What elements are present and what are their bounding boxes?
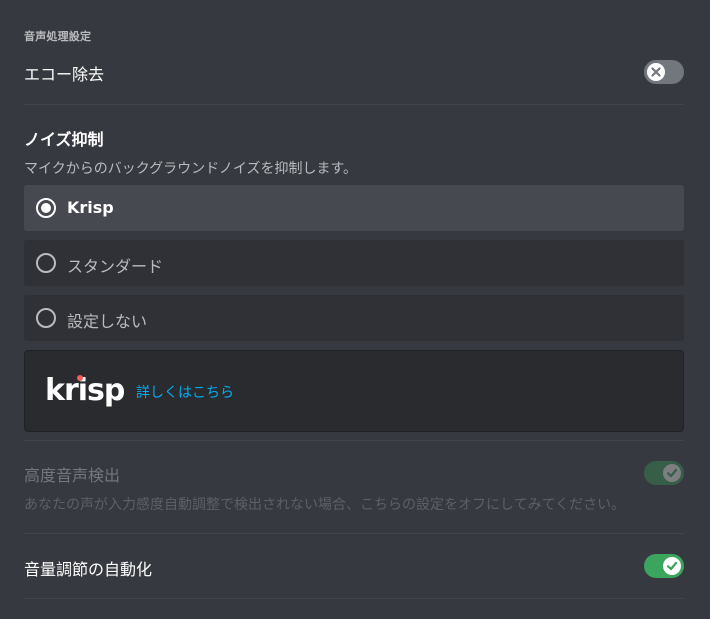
radio-dot xyxy=(41,203,51,213)
toggle-knob xyxy=(647,63,665,81)
krisp-logo: krisp xyxy=(45,373,125,408)
x-icon xyxy=(651,67,661,77)
echo-cancellation-toggle[interactable] xyxy=(644,60,684,84)
radio-option-label: 設定しない xyxy=(67,312,148,331)
krisp-promo-box: krisp 詳しくはこちら xyxy=(24,350,684,432)
krisp-logo-dot xyxy=(77,375,83,381)
radio-unchecked-icon xyxy=(36,253,56,273)
radio-option-krisp[interactable]: Krisp xyxy=(24,185,684,231)
auto-gain-control-toggle[interactable] xyxy=(644,554,684,578)
radio-option-label: スタンダード xyxy=(67,257,164,276)
section-title: 音声処理設定 xyxy=(24,30,92,43)
voice-processing-settings: 音声処理設定 エコー除去 ノイズ抑制 マイクからのバックグラウンドノイズを抑制し… xyxy=(0,0,710,619)
radio-unchecked-icon xyxy=(36,308,56,328)
divider xyxy=(24,598,684,599)
krisp-learn-more-link[interactable]: 詳しくはこちら xyxy=(136,382,234,402)
divider xyxy=(24,533,684,534)
noise-suppression-description: マイクからのバックグラウンドノイズを抑制します。 xyxy=(24,161,358,177)
echo-cancellation-label: エコー除去 xyxy=(24,65,105,84)
toggle-knob xyxy=(663,464,681,482)
radio-option-none[interactable]: 設定しない xyxy=(24,295,684,341)
check-icon xyxy=(666,561,678,571)
radio-checked-icon xyxy=(36,198,56,218)
divider xyxy=(24,440,684,441)
toggle-knob xyxy=(663,557,681,575)
auto-gain-control-label: 音量調節の自動化 xyxy=(24,560,153,579)
check-icon xyxy=(666,468,678,478)
radio-option-standard[interactable]: スタンダード xyxy=(24,240,684,286)
advanced-voice-activity-toggle[interactable] xyxy=(644,461,684,485)
radio-option-label: Krisp xyxy=(67,198,114,217)
advanced-voice-activity-label: 高度音声検出 xyxy=(24,466,121,485)
noise-suppression-title: ノイズ抑制 xyxy=(24,130,104,149)
divider xyxy=(24,104,684,105)
advanced-voice-activity-description: あなたの声が入力感度自動調整で検出されない場合、こちらの設定をオフにしてみてくだ… xyxy=(24,497,626,513)
